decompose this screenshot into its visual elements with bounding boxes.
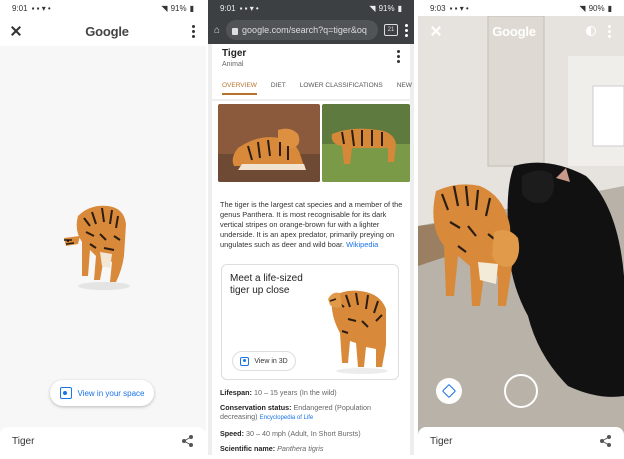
fact-row: Scientific name: Panthera tigris — [220, 444, 404, 453]
tab-lower-classifications[interactable]: LOWER CLASSIFICATIONS — [300, 82, 383, 95]
knowledge-panel-header: Tiger Animal OVERVIEW DIET LOWER CLASSIF… — [212, 44, 412, 99]
notification-icons: ▪ ▪ ▾ • — [239, 3, 259, 13]
home-icon[interactable]: ⌂ — [214, 25, 220, 36]
shutter-button[interactable] — [504, 374, 538, 408]
browser-menu-icon[interactable] — [404, 23, 408, 37]
page-title: Google — [492, 23, 536, 39]
view-in-your-space-label: View in your space — [77, 388, 145, 398]
contrast-icon[interactable] — [585, 26, 596, 36]
source-link[interactable]: Encyclopedia of Life — [260, 415, 314, 421]
status-time: 9:03 — [430, 3, 446, 13]
url-bar[interactable]: google.com/search?q=tiger&oq — [226, 20, 378, 40]
signal-icon: ◥ — [369, 3, 376, 13]
fact-value: 10 – 15 years (In the wild) — [253, 388, 337, 397]
notification-icons: ▪ ▪ ▾ • — [449, 3, 469, 13]
fact-label: Lifespan: — [220, 388, 252, 397]
battery-icon: ▮ — [397, 3, 402, 13]
tab-diet[interactable]: DIET — [271, 82, 286, 95]
signal-icon: ◥ — [579, 3, 586, 13]
tiger-photo-2[interactable] — [322, 104, 410, 182]
fact-value: Panthera tigris — [277, 444, 324, 453]
status-time: 9:01 — [12, 3, 28, 13]
meet-tiger-title: Meet a life-sized tiger up close — [230, 273, 303, 296]
more-options-icon[interactable] — [608, 24, 612, 38]
top-bar: Google — [418, 16, 624, 46]
tab-new[interactable]: NEW — [397, 82, 412, 95]
page-title: Google — [85, 23, 129, 39]
view-in-your-space-button[interactable]: View in your space — [50, 380, 154, 406]
fact-row: Conservation status: Endangered (Populat… — [220, 403, 404, 423]
entity-title: Tiger — [222, 48, 247, 59]
bottom-sheet: Tiger — [0, 427, 206, 455]
status-bar: 9:03 ▪ ▪ ▾ • ◥ 90% ▮ — [418, 0, 624, 16]
status-bar: 9:01 ▪ ▪ ▾ • ◥ 91% ▮ — [208, 0, 414, 16]
status-time: 9:01 — [220, 3, 236, 13]
share-icon[interactable] — [182, 435, 194, 447]
view-in-3d-label: View in 3D — [254, 357, 288, 365]
wikipedia-link[interactable]: Wikipedia — [346, 240, 378, 249]
tiger-preview-image — [328, 290, 388, 374]
share-icon[interactable] — [600, 435, 612, 447]
fact-label: Speed: — [220, 429, 244, 438]
fact-row: Speed: 30 – 40 mph (Adult, In Short Burs… — [220, 429, 404, 438]
fact-label: Scientific name: — [220, 444, 276, 453]
ar-icon — [240, 356, 250, 366]
tab-switcher-button[interactable]: 21 — [384, 24, 398, 36]
fact-value: 30 – 40 mph (Adult, In Short Bursts) — [245, 429, 361, 438]
url-text: google.com/search?q=tiger&oq — [242, 25, 367, 35]
battery-icon: ▮ — [607, 3, 612, 13]
tiger-photo-1[interactable] — [218, 104, 320, 182]
battery-level: 91% — [170, 3, 187, 13]
cube-icon — [441, 383, 457, 399]
close-icon[interactable] — [10, 25, 22, 37]
close-icon[interactable] — [430, 25, 442, 37]
battery-icon: ▮ — [189, 3, 194, 13]
meet-tiger-card[interactable]: Meet a life-sized tiger up close View in… — [221, 264, 399, 380]
entity-subtitle: Animal — [222, 61, 244, 68]
tab-overview[interactable]: OVERVIEW — [222, 82, 257, 95]
model-title: Tiger — [430, 435, 453, 447]
more-options-icon[interactable] — [192, 24, 196, 38]
image-strip — [218, 104, 414, 188]
more-options-icon[interactable] — [396, 50, 400, 63]
knowledge-tabs: OVERVIEW DIET LOWER CLASSIFICATIONS NEW — [222, 82, 412, 95]
top-bar: Google — [0, 16, 206, 46]
ar-viewer-panel: 9:01 ▪ ▪ ▾ • ◥ 91% ▮ Google View in your sp… — [0, 0, 206, 455]
fact-row: Lifespan: 10 – 15 years (In the wild) — [220, 388, 404, 397]
lock-icon — [232, 27, 239, 35]
entity-description: The tiger is the largest cat species and… — [220, 200, 404, 250]
ar-camera-panel: 9:03 ▪ ▪ ▾ • ◥ 90% ▮ Google Tiger — [418, 0, 624, 455]
view-in-3d-button[interactable]: View in 3D — [232, 351, 296, 371]
battery-level: 91% — [378, 3, 395, 13]
battery-level: 90% — [588, 3, 605, 13]
model-title: Tiger — [12, 435, 35, 447]
ar-icon — [59, 387, 72, 399]
fact-label: Conservation status: — [220, 403, 292, 412]
facts-list: Lifespan: 10 – 15 years (In the wild) Co… — [220, 388, 404, 459]
browser-toolbar: ⌂ google.com/search?q=tiger&oq 21 — [208, 16, 414, 44]
bottom-sheet: Tiger — [418, 427, 624, 455]
status-bar: 9:01 ▪ ▪ ▾ • ◥ 91% ▮ — [0, 0, 206, 16]
3d-view-button[interactable] — [436, 378, 462, 404]
notification-icons: ▪ ▪ ▾ • — [31, 3, 51, 13]
tiger-3d-model[interactable] — [60, 196, 140, 292]
signal-icon: ◥ — [161, 3, 168, 13]
